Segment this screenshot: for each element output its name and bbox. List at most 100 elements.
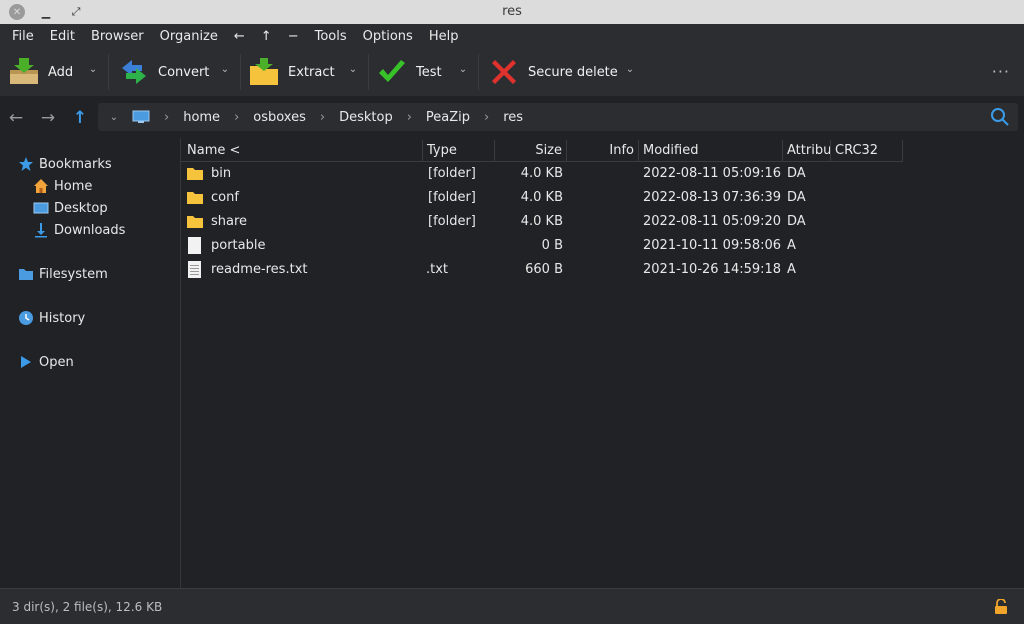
back-arrow-icon[interactable]: ←	[6, 108, 26, 128]
extract-dropdown-chevron-icon[interactable]: ⌄	[346, 64, 360, 78]
file-name: portable	[211, 238, 266, 253]
menu-edit[interactable]: Edit	[42, 29, 83, 44]
add-dropdown-chevron-icon[interactable]: ⌄	[86, 64, 100, 78]
menu-minus[interactable]: −	[280, 29, 307, 44]
table-row[interactable]: bin [folder] 4.0 KB 2022-08-11 05:09:16 …	[181, 162, 903, 186]
convert-arrows-icon	[118, 56, 150, 88]
history-dropdown-chevron-icon[interactable]: ⌄	[104, 112, 124, 123]
table-row[interactable]: conf [folder] 4.0 KB 2022-08-13 07:36:39…	[181, 186, 903, 210]
breadcrumb-separator: ›	[164, 109, 170, 125]
menu-tools[interactable]: Tools	[307, 29, 355, 44]
add-archive-icon	[8, 56, 40, 88]
breadcrumb-separator: ›	[484, 109, 490, 125]
column-info[interactable]: Info	[567, 140, 639, 162]
file-size: 4.0 KB	[520, 214, 563, 229]
file-modified: 2022-08-11 05:09:16	[643, 166, 782, 181]
folder-icon	[187, 191, 203, 204]
breadcrumb: ⌄ › home › osboxes › Desktop › PeaZip › …	[98, 103, 1018, 131]
column-crc32[interactable]: CRC32	[831, 140, 903, 162]
file-modified: 2021-10-26 14:59:18	[643, 262, 782, 277]
star-icon	[18, 156, 34, 172]
file-attributes: DA	[787, 214, 806, 229]
sidebar-item-filesystem[interactable]: Filesystem	[18, 264, 108, 284]
forward-arrow-icon[interactable]: →	[38, 108, 58, 128]
checkmark-icon	[376, 56, 408, 88]
menu-organize[interactable]: Organize	[152, 29, 226, 44]
column-size[interactable]: Size	[495, 140, 567, 162]
breadcrumb-separator: ›	[234, 109, 240, 125]
column-type[interactable]: Type	[423, 140, 495, 162]
menu-options[interactable]: Options	[355, 29, 421, 44]
history-clock-icon	[18, 310, 34, 326]
table-row[interactable]: share [folder] 4.0 KB 2022-08-11 05:09:2…	[181, 210, 903, 234]
convert-dropdown-chevron-icon[interactable]: ⌄	[218, 64, 232, 78]
sidebar-item-home[interactable]: Home	[33, 176, 92, 196]
breadcrumb-peazip[interactable]: PeaZip	[426, 110, 470, 125]
more-options-icon[interactable]: ···	[992, 62, 1010, 81]
up-arrow-icon[interactable]: ↑	[70, 108, 90, 128]
column-modified[interactable]: Modified	[639, 140, 783, 162]
breadcrumb-res[interactable]: res	[503, 110, 523, 125]
menu-file[interactable]: File	[4, 29, 42, 44]
computer-icon[interactable]	[132, 110, 150, 124]
status-bar: 3 dir(s), 2 file(s), 12.6 KB	[0, 588, 1024, 624]
secure-delete-dropdown-chevron-icon[interactable]: ⌄	[623, 64, 637, 78]
file-attributes: A	[787, 262, 796, 277]
test-dropdown-chevron-icon[interactable]: ⌄	[456, 64, 470, 78]
extract-button[interactable]: Extract	[248, 56, 335, 88]
menu-up-arrow[interactable]: ↑	[253, 29, 280, 44]
folder-icon	[187, 167, 203, 180]
column-header-row: Name < Type Size Info Modified Attribu C…	[181, 140, 903, 162]
unlock-icon[interactable]	[994, 598, 1008, 615]
file-modified: 2022-08-11 05:09:20	[643, 214, 782, 229]
toolbar: Add ⌄ Convert ⌄ Extract ⌄ Test ⌄ Secure …	[0, 48, 1024, 96]
sidebar-item-desktop[interactable]: Desktop	[33, 198, 108, 218]
file-type: [folder]	[428, 166, 476, 181]
file-modified: 2021-10-11 09:58:06	[643, 238, 782, 253]
sidebar-item-history[interactable]: History	[18, 308, 85, 328]
menu-back-arrow[interactable]: ←	[226, 29, 253, 44]
menu-help[interactable]: Help	[421, 29, 467, 44]
file-type: [folder]	[428, 190, 476, 205]
window-title: res	[502, 4, 522, 19]
file-size: 0 B	[541, 238, 563, 253]
sidebar-item-bookmarks[interactable]: Bookmarks	[18, 154, 112, 174]
table-row[interactable]: portable 0 B 2021-10-11 09:58:06 A	[181, 234, 903, 258]
secure-delete-button[interactable]: Secure delete	[488, 56, 618, 88]
column-name[interactable]: Name <	[181, 140, 423, 162]
file-modified: 2022-08-13 07:36:39	[643, 190, 782, 205]
table-row[interactable]: readme-res.txt .txt 660 B 2021-10-26 14:…	[181, 258, 903, 282]
menu-bar: File Edit Browser Organize ← ↑ − Tools O…	[0, 24, 1024, 48]
toolbar-separator	[368, 54, 369, 90]
breadcrumb-desktop[interactable]: Desktop	[339, 110, 393, 125]
convert-button[interactable]: Convert	[118, 56, 209, 88]
breadcrumb-separator: ›	[319, 109, 326, 125]
breadcrumb-osboxes[interactable]: osboxes	[253, 110, 306, 125]
file-name: readme-res.txt	[211, 262, 308, 277]
home-icon	[33, 178, 49, 194]
folder-icon	[187, 215, 203, 228]
folder-icon	[18, 266, 34, 282]
file-type: .txt	[426, 262, 449, 277]
column-attributes[interactable]: Attribu	[783, 140, 831, 162]
menu-browser[interactable]: Browser	[83, 29, 152, 44]
file-name: bin	[211, 166, 232, 181]
test-button[interactable]: Test	[376, 56, 442, 88]
sidebar-item-open[interactable]: Open	[18, 352, 74, 372]
extract-folder-icon	[248, 56, 280, 88]
breadcrumb-home[interactable]: home	[183, 110, 220, 125]
title-bar: ✕ ▁ ⤢ res	[0, 0, 1024, 24]
search-icon[interactable]	[990, 107, 1010, 127]
file-name: conf	[211, 190, 239, 205]
file-type: [folder]	[428, 214, 476, 229]
toolbar-separator	[240, 54, 241, 90]
file-icon	[188, 237, 201, 254]
download-icon	[33, 222, 49, 238]
breadcrumb-separator: ›	[406, 109, 412, 125]
sidebar-item-downloads[interactable]: Downloads	[33, 220, 125, 240]
text-file-icon	[188, 261, 201, 278]
file-size: 4.0 KB	[520, 190, 563, 205]
sidebar: Bookmarks Home Desktop Downloads Filesys…	[0, 138, 180, 588]
status-summary: 3 dir(s), 2 file(s), 12.6 KB	[12, 600, 163, 614]
add-button[interactable]: Add	[8, 56, 73, 88]
